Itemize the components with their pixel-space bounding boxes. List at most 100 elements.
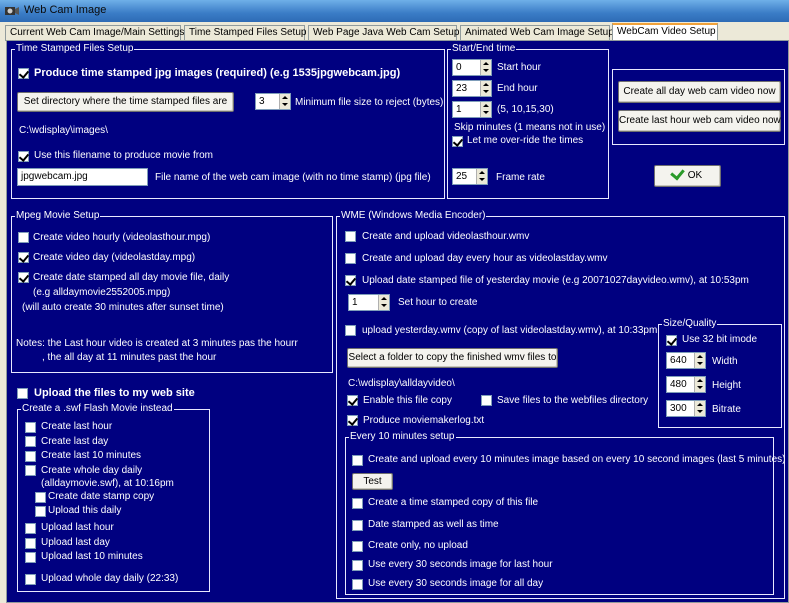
frame-rate-spinner[interactable]: 25	[452, 168, 488, 185]
all-day-30-checkbox[interactable]	[352, 579, 363, 590]
tab-webcam-video[interactable]: WebCam Video Setup	[612, 23, 718, 41]
create-video-day-checkbox[interactable]	[18, 252, 29, 263]
spin-up-icon[interactable]	[697, 403, 703, 406]
enable-file-copy-checkbox[interactable]	[347, 395, 358, 406]
swf-upload-last-day-checkbox[interactable]	[25, 538, 36, 549]
swf-create-last-10-label: Create last 10 minutes	[41, 450, 142, 461]
webcam-app-icon	[5, 7, 19, 15]
swf-upload-whole-day-checkbox[interactable]	[25, 574, 36, 585]
swf-upload-daily-checkbox[interactable]	[35, 506, 46, 517]
min-size-spinner[interactable]: 3	[255, 93, 291, 110]
spinner-arrows	[480, 102, 491, 117]
set-directory-button[interactable]: Set directory where the time stamped fil…	[17, 92, 234, 112]
upload-files-checkbox[interactable]	[17, 388, 28, 399]
min-size-value: 3	[259, 96, 265, 107]
spin-down-icon[interactable]	[697, 386, 703, 389]
swf-create-last-day-label: Create last day	[41, 436, 109, 447]
swf-upload-last-hour-checkbox[interactable]	[25, 523, 36, 534]
use-32bit-imode-checkbox[interactable]	[666, 335, 677, 346]
skip-minutes-spinner[interactable]: 1	[452, 101, 492, 118]
create-last-hour-video-button[interactable]: Create last hour web cam video now	[618, 110, 781, 132]
spin-up-icon[interactable]	[697, 379, 703, 382]
produce-log-label: Produce moviemakerlog.txt	[363, 415, 485, 426]
spin-down-icon[interactable]	[697, 362, 703, 365]
tab-java-web-cam[interactable]: Web Page Java Web Cam Setup	[308, 25, 459, 41]
skip-minutes-label: Skip minutes (1 means not in use)	[454, 122, 606, 133]
spin-down-icon[interactable]	[479, 178, 485, 181]
start-hour-spinner[interactable]: 0	[452, 59, 492, 76]
tab-animated-image[interactable]: Animated Web Cam Image Setup	[460, 25, 614, 41]
filename-input[interactable]: jpgwebcam.jpg	[17, 168, 148, 186]
group-title: Every 10 minutes setup	[349, 431, 456, 442]
produce-log-checkbox[interactable]	[347, 415, 358, 426]
wme-yesterday-checkbox[interactable]	[345, 325, 356, 336]
use-filename-checkbox[interactable]	[18, 151, 29, 162]
swf-upload-last-10-checkbox[interactable]	[25, 552, 36, 563]
ok-button[interactable]: OK	[654, 165, 721, 187]
spin-up-icon[interactable]	[282, 96, 288, 99]
create-video-hourly-label: Create video hourly (videolasthour.mpg)	[33, 232, 211, 243]
group-title: WME (Windows Media Encoder)	[340, 210, 487, 221]
create-only-label: Create only, no upload	[368, 540, 468, 551]
spin-up-icon[interactable]	[479, 171, 485, 174]
spin-down-icon[interactable]	[483, 111, 489, 114]
spin-down-icon[interactable]	[282, 103, 288, 106]
date-and-time-checkbox[interactable]	[352, 520, 363, 531]
create-video-hourly-checkbox[interactable]	[18, 232, 29, 243]
check-icon	[669, 165, 685, 181]
spinner-arrows	[378, 295, 389, 310]
create-date-stamped-checkbox[interactable]	[18, 272, 29, 283]
spin-down-icon[interactable]	[697, 410, 703, 413]
end-hour-spinner[interactable]: 23	[452, 80, 492, 97]
swf-create-last-day-checkbox[interactable]	[25, 436, 36, 447]
last-hour-30-checkbox[interactable]	[352, 560, 363, 571]
bitrate-spinner[interactable]: 300	[666, 400, 706, 417]
swf-date-stamp-copy-label: Create date stamp copy	[48, 491, 155, 502]
swf-create-last-hour-checkbox[interactable]	[25, 422, 36, 433]
spinner-arrows	[480, 81, 491, 96]
swf-create-whole-day-checkbox[interactable]	[25, 465, 36, 476]
app-window: Web Cam Image Current Web Cam Image/Main…	[0, 0, 789, 603]
spin-up-icon[interactable]	[697, 355, 703, 358]
date-stamped-example: (e.g alldaymovie2552005.mpg)	[33, 287, 171, 298]
tab-time-stamped-files[interactable]: Time Stamped Files Setup	[184, 25, 306, 41]
width-spinner[interactable]: 640	[666, 352, 706, 369]
create-only-checkbox[interactable]	[352, 541, 363, 552]
spin-up-icon[interactable]	[483, 62, 489, 65]
spin-down-icon[interactable]	[483, 90, 489, 93]
group-title: Size/Quality	[662, 318, 718, 329]
spinner-arrows	[279, 94, 290, 109]
swf-create-whole-day-label: Create whole day daily	[41, 465, 143, 476]
swf-date-stamp-copy-checkbox[interactable]	[35, 492, 46, 503]
tab-main-settings[interactable]: Current Web Cam Image/Main Settings	[5, 25, 184, 41]
last-hour-30-label: Use every 30 seconds image for last hour	[368, 559, 553, 570]
wme-date-stamped-checkbox[interactable]	[345, 275, 356, 286]
select-folder-button[interactable]: Select a folder to copy the finished wmv…	[347, 348, 558, 368]
swf-upload-last-hour-label: Upload last hour	[41, 522, 114, 533]
spin-up-icon[interactable]	[483, 104, 489, 107]
every-10-create-upload-checkbox[interactable]	[352, 455, 363, 466]
height-spinner[interactable]: 480	[666, 376, 706, 393]
swf-create-last-10-checkbox[interactable]	[25, 451, 36, 462]
filename-label: File name of the web cam image (with no …	[155, 172, 431, 183]
spin-up-icon[interactable]	[483, 83, 489, 86]
title-bar[interactable]: Web Cam Image	[0, 0, 789, 22]
wme-day-every-hour-checkbox[interactable]	[345, 253, 356, 264]
spinner-arrows	[694, 401, 705, 416]
override-times-label: Let me over-ride the times	[467, 135, 584, 146]
window-title: Web Cam Image	[24, 4, 107, 16]
swf-create-last-hour-label: Create last hour	[41, 421, 113, 432]
spin-down-icon[interactable]	[381, 304, 387, 307]
folder-path: C:\wdisplay\alldayvideo\	[348, 378, 455, 389]
save-webfiles-label: Save files to the webfiles directory	[497, 395, 649, 406]
spin-up-icon[interactable]	[381, 297, 387, 300]
spin-down-icon[interactable]	[483, 69, 489, 72]
test-button[interactable]: Test	[352, 473, 393, 490]
create-hour-spinner[interactable]: 1	[348, 294, 390, 311]
stamped-copy-checkbox[interactable]	[352, 498, 363, 509]
produce-jpg-checkbox[interactable]	[18, 68, 29, 79]
wme-last-hour-checkbox[interactable]	[345, 231, 356, 242]
save-webfiles-checkbox[interactable]	[481, 395, 492, 406]
override-times-checkbox[interactable]	[452, 136, 463, 147]
create-all-day-video-button[interactable]: Create all day web cam video now	[618, 81, 781, 103]
